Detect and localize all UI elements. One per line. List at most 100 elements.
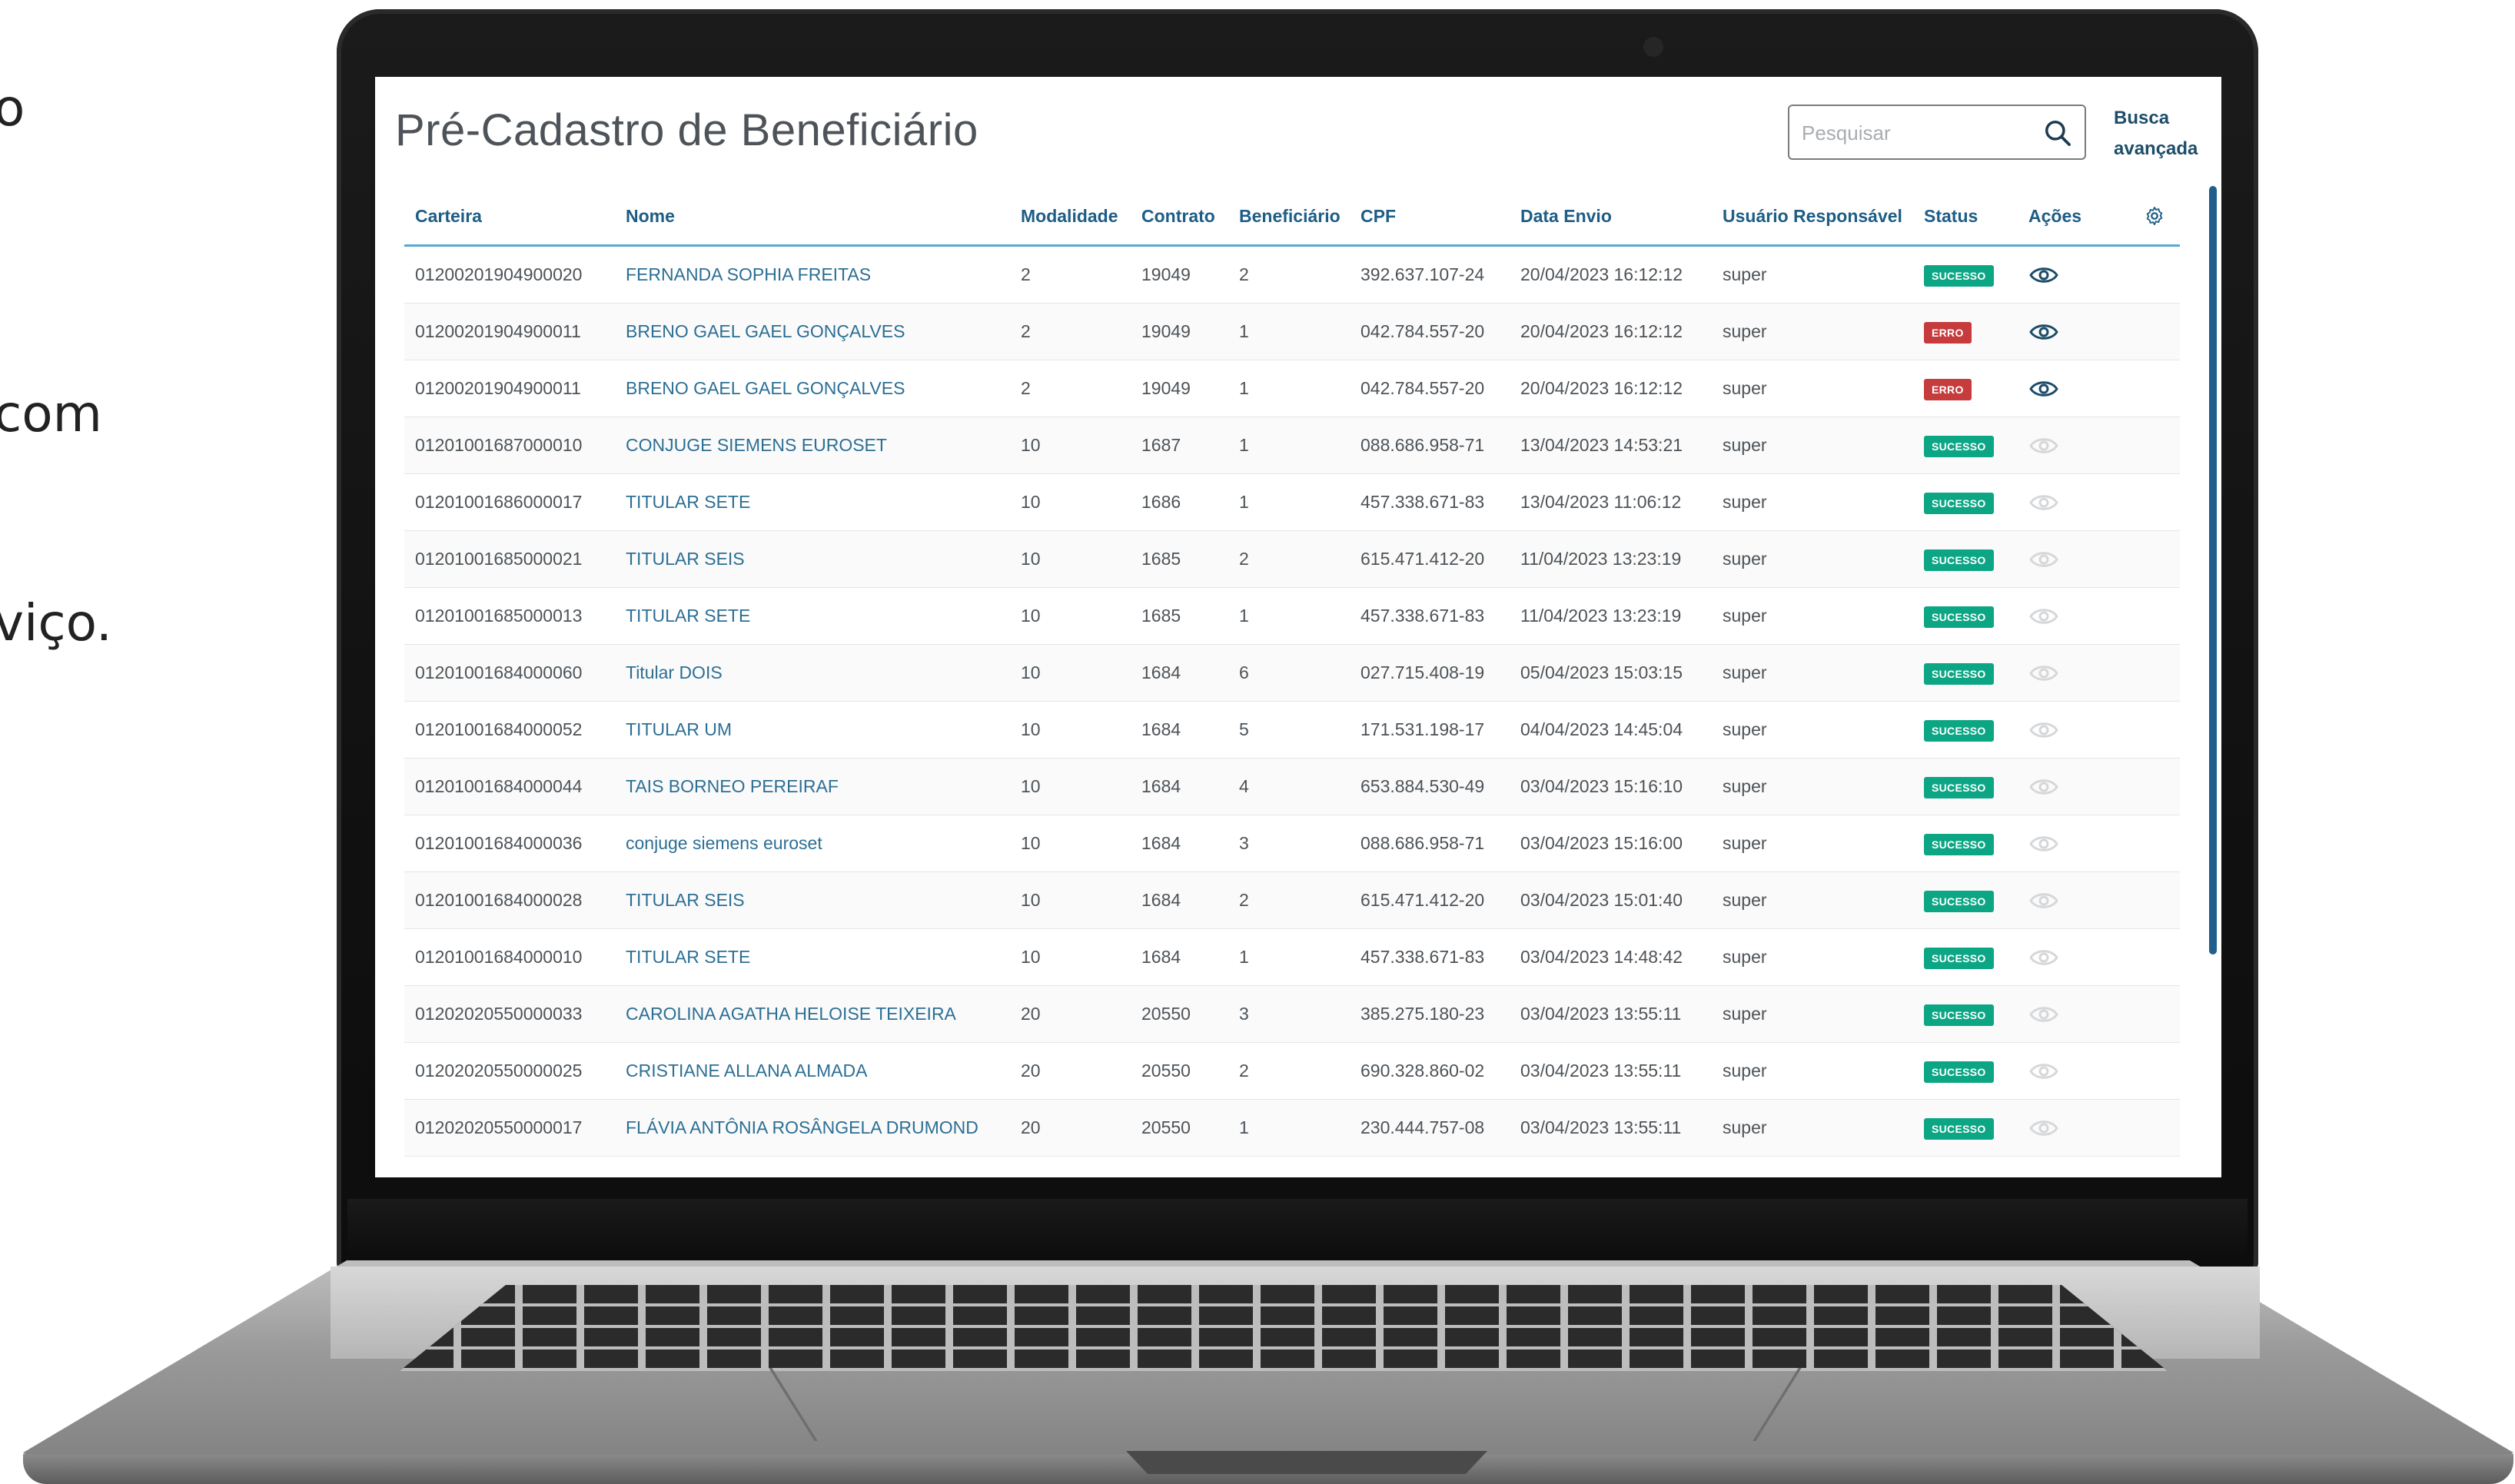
table-row[interactable]: 01202020550000025 CRISTIANE ALLANA ALMADA… <box>404 1042 2180 1100</box>
cell-nome[interactable]: CONJUGE SIEMENS EUROSET <box>615 417 1010 474</box>
eye-icon[interactable] <box>2028 435 2059 456</box>
cell-beneficiario: 1 <box>1228 928 1350 986</box>
status-badge: SUCESSO <box>1924 833 1994 855</box>
eye-icon[interactable] <box>2028 549 2059 570</box>
cell-data: 20/04/2023 16:12:12 <box>1510 245 1712 304</box>
cell-nome[interactable]: conjuge siemens euroset <box>615 815 1010 872</box>
cell-nome[interactable]: BRENO GAEL GAEL GONÇALVES <box>615 303 1010 360</box>
cell-beneficiario: 3 <box>1228 985 1350 1043</box>
cell-contrato: 20550 <box>1131 985 1228 1043</box>
column-header-beneficiario[interactable]: Beneficiário <box>1228 188 1350 247</box>
column-header-modalidade[interactable]: Modalidade <box>1010 188 1131 247</box>
status-badge: ERRO <box>1924 378 1972 400</box>
laptop-notch <box>1126 1451 1487 1474</box>
column-header-carteira[interactable]: Carteira <box>404 188 615 247</box>
table-row[interactable]: 01201001684000010 TITULAR SETE 10 1684 1 457.… <box>404 928 2180 986</box>
column-header-data-envio[interactable]: Data Envio <box>1510 188 1712 247</box>
eye-icon[interactable] <box>2028 662 2059 684</box>
cell-nome[interactable]: CRISTIANE ALLANA ALMADA <box>615 1042 1010 1100</box>
cell-carteira: 01201001687000010 <box>404 417 615 474</box>
table-row[interactable]: 01201001684000044 TAIS BORNEO PEREIRAF 10 1… <box>404 758 2180 815</box>
cell-nome[interactable]: BRENO GAEL GAEL GONÇALVES <box>615 360 1010 417</box>
cell-acoes <box>2018 473 2133 531</box>
column-header-contrato[interactable]: Contrato <box>1131 188 1228 247</box>
cell-cpf: 392.637.107-24 <box>1350 245 1510 304</box>
cell-nome[interactable]: CAROLINA AGATHA HELOISE TEIXEIRA <box>615 985 1010 1043</box>
cell-nome[interactable]: TITULAR UM <box>615 701 1010 759</box>
cell-status: SUCESSO <box>1913 245 2018 304</box>
column-header-nome[interactable]: Nome <box>615 188 1010 247</box>
cell-nome[interactable]: FLÁVIA ANTÔNIA ROSÂNGELA DRUMOND <box>615 1099 1010 1157</box>
eye-icon[interactable] <box>2028 890 2059 911</box>
search-input[interactable] <box>1800 106 2034 160</box>
eye-icon[interactable] <box>2028 947 2059 968</box>
eye-icon[interactable] <box>2028 378 2059 400</box>
eye-icon[interactable] <box>2028 1117 2059 1139</box>
table-row[interactable]: 01202020550000017 FLÁVIA ANTÔNIA ROSÂNGEL… <box>404 1099 2180 1157</box>
column-header-status[interactable]: Status <box>1913 188 2018 247</box>
cell-nome[interactable]: TITULAR SEIS <box>615 871 1010 929</box>
cell-usuario: super <box>1712 1099 1913 1157</box>
eye-icon[interactable] <box>2028 776 2059 798</box>
cell-cpf: 027.715.408-19 <box>1350 644 1510 702</box>
advanced-search-link[interactable]: Busca avançada <box>2114 103 2206 164</box>
cell-beneficiario: 1 <box>1228 473 1350 531</box>
cell-usuario: super <box>1712 1042 1913 1100</box>
table-row[interactable]: 01201001687000010 CONJUGE SIEMENS EUROSET… <box>404 417 2180 474</box>
table-row[interactable]: 01200201904900020 FERNANDA SOPHIA FREITAS… <box>404 245 2180 304</box>
cell-nome[interactable]: TAIS BORNEO PEREIRAF <box>615 758 1010 815</box>
eye-icon[interactable] <box>2028 321 2059 343</box>
cell-modalidade: 10 <box>1010 644 1131 702</box>
cell-nome[interactable]: TITULAR SETE <box>615 587 1010 645</box>
search-icon[interactable] <box>2043 118 2072 148</box>
column-settings[interactable] <box>2133 188 2180 247</box>
eye-icon[interactable] <box>2028 1004 2059 1025</box>
cell-nome[interactable]: Titular DOIS <box>615 644 1010 702</box>
cell-data: 13/04/2023 11:06:12 <box>1510 473 1712 531</box>
gear-icon[interactable] <box>2144 205 2165 227</box>
table-row[interactable]: 01200201904900011 BRENO GAEL GAEL GONÇALV… <box>404 360 2180 417</box>
table-row[interactable]: 01201001685000013 TITULAR SETE 10 1685 1 457.… <box>404 587 2180 645</box>
table-row[interactable]: 01201001684000060 Titular DOIS 10 1684 6 027.… <box>404 644 2180 702</box>
table-row[interactable]: 01201001684000028 TITULAR SEIS 10 1684 2 615.… <box>404 871 2180 929</box>
search-box[interactable] <box>1788 105 2086 160</box>
cell-carteira: 01202020550000017 <box>404 1099 615 1157</box>
eye-icon[interactable] <box>2028 492 2059 513</box>
cell-empty <box>2133 473 2180 531</box>
status-badge: SUCESSO <box>1924 662 1994 685</box>
cell-acoes <box>2018 985 2133 1043</box>
cell-empty <box>2133 1099 2180 1157</box>
table-row[interactable]: 01201001684000052 TITULAR UM 10 1684 5 171.53… <box>404 701 2180 759</box>
cell-nome[interactable]: TITULAR SETE <box>615 928 1010 986</box>
cell-data: 05/04/2023 15:03:15 <box>1510 644 1712 702</box>
table-row[interactable]: 01201001686000017 TITULAR SETE 10 1686 1 457.… <box>404 473 2180 531</box>
vertical-scrollbar[interactable] <box>2209 186 2217 954</box>
column-header-acoes: Ações <box>2018 188 2133 247</box>
eye-icon[interactable] <box>2028 606 2059 627</box>
cell-nome[interactable]: FERNANDA SOPHIA FREITAS <box>615 245 1010 304</box>
side-text-line-3: viço. <box>0 593 112 652</box>
table-row[interactable]: 01201001685000021 TITULAR SEIS 10 1685 2 615.… <box>404 530 2180 588</box>
eye-icon[interactable] <box>2028 1061 2059 1082</box>
cell-empty <box>2133 1042 2180 1100</box>
eye-icon[interactable] <box>2028 719 2059 741</box>
cell-nome[interactable]: TITULAR SEIS <box>615 530 1010 588</box>
table-row[interactable]: 01202020550000033 CAROLINA AGATHA HELOISE… <box>404 985 2180 1043</box>
advanced-search-line-2: avançada <box>2114 138 2198 159</box>
cell-empty <box>2133 587 2180 645</box>
app-screen: Pré-Cadastro de Beneficiário Busca avanç… <box>375 77 2221 1177</box>
column-header-cpf[interactable]: CPF <box>1350 188 1510 247</box>
cell-data: 13/04/2023 14:53:21 <box>1510 417 1712 474</box>
table-row[interactable]: 01201001684000036 conjuge siemens euroset… <box>404 815 2180 872</box>
cell-empty <box>2133 303 2180 360</box>
cell-beneficiario: 1 <box>1228 1099 1350 1157</box>
table-row[interactable]: 01200201904900011 BRENO GAEL GAEL GONÇALV… <box>404 303 2180 360</box>
cell-nome[interactable]: TITULAR SETE <box>615 473 1010 531</box>
eye-icon[interactable] <box>2028 264 2059 286</box>
cell-beneficiario: 2 <box>1228 530 1350 588</box>
column-header-usuario[interactable]: Usuário Responsável <box>1712 188 1913 247</box>
eye-icon[interactable] <box>2028 833 2059 855</box>
cell-cpf: 042.784.557-20 <box>1350 303 1510 360</box>
cell-status: SUCESSO <box>1913 473 2018 531</box>
cell-modalidade: 20 <box>1010 1042 1131 1100</box>
